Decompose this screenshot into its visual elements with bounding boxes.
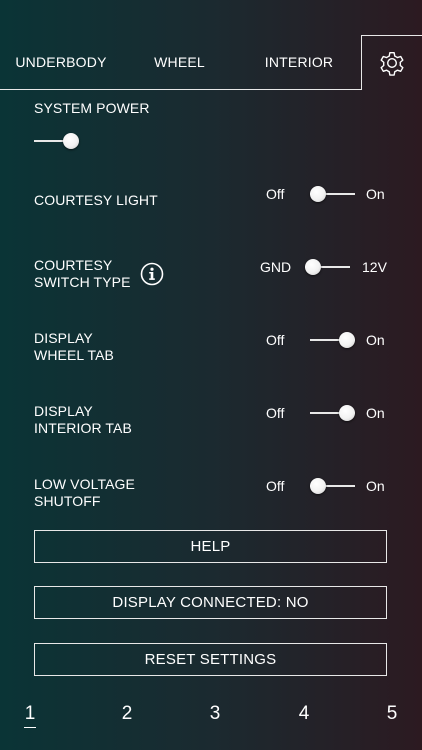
tab-wheel[interactable]: WHEEL — [122, 35, 237, 89]
help-button[interactable]: HELP — [34, 530, 387, 563]
courtesy-light-on-label: On — [366, 186, 385, 202]
display-wheel-tab-off-label: Off — [266, 332, 285, 348]
gear-icon — [380, 52, 404, 76]
courtesy-switch-type-label: COURTESY SWITCH TYPE — [34, 257, 131, 291]
courtesy-light-off-label: Off — [266, 186, 285, 202]
page-indicator: 1 2 3 4 5 — [0, 700, 422, 730]
system-power-label: SYSTEM POWER — [34, 100, 150, 116]
courtesy-switch-type-12v-label: 12V — [362, 259, 387, 275]
display-interior-tab-label-line1: DISPLAY — [34, 403, 93, 419]
page-2[interactable]: 2 — [112, 700, 142, 728]
settings-screen: UNDERBODY WHEEL INTERIOR SYSTEM POWER CO… — [0, 0, 422, 750]
courtesy-switch-type-label-line2: SWITCH TYPE — [34, 274, 131, 290]
low-voltage-shutoff-knob[interactable] — [310, 478, 326, 494]
reset-settings-button[interactable]: RESET SETTINGS — [34, 643, 387, 676]
display-wheel-tab-label-line2: WHEEL TAB — [34, 347, 114, 363]
info-icon[interactable] — [140, 262, 164, 286]
system-power-knob[interactable] — [63, 133, 79, 149]
tab-bar: UNDERBODY WHEEL INTERIOR — [0, 35, 422, 90]
low-voltage-shutoff-on-label: On — [366, 478, 385, 494]
page-3[interactable]: 3 — [200, 700, 230, 728]
display-interior-tab-toggle[interactable]: Off On — [264, 403, 388, 423]
display-interior-tab-on-label: On — [366, 405, 385, 421]
low-voltage-shutoff-off-label: Off — [266, 478, 285, 494]
display-connected-button[interactable]: DISPLAY CONNECTED: NO — [34, 586, 387, 619]
low-voltage-shutoff-label-line2: SHUTOFF — [34, 493, 101, 509]
display-wheel-tab-knob[interactable] — [339, 332, 355, 348]
tab-settings[interactable] — [361, 35, 422, 90]
tab-bar-divider — [0, 89, 361, 90]
courtesy-switch-type-label-line1: COURTESY — [34, 257, 113, 273]
display-interior-tab-label-line2: INTERIOR TAB — [34, 420, 132, 436]
display-interior-tab-label: DISPLAY INTERIOR TAB — [34, 403, 132, 437]
system-power-toggle[interactable] — [34, 131, 82, 151]
courtesy-light-toggle[interactable]: Off On — [264, 184, 388, 204]
page-4[interactable]: 4 — [289, 700, 319, 728]
display-wheel-tab-label: DISPLAY WHEEL TAB — [34, 330, 114, 364]
courtesy-light-label: COURTESY LIGHT — [34, 192, 158, 208]
display-wheel-tab-label-line1: DISPLAY — [34, 330, 93, 346]
courtesy-switch-type-gnd-label: GND — [260, 259, 292, 275]
display-interior-tab-knob[interactable] — [339, 405, 355, 421]
low-voltage-shutoff-label: LOW VOLTAGE SHUTOFF — [34, 476, 135, 510]
courtesy-light-knob[interactable] — [310, 186, 326, 202]
page-5[interactable]: 5 — [377, 700, 407, 728]
low-voltage-shutoff-label-line1: LOW VOLTAGE — [34, 476, 135, 492]
low-voltage-shutoff-toggle[interactable]: Off On — [264, 476, 388, 496]
display-wheel-tab-toggle[interactable]: Off On — [264, 330, 388, 350]
courtesy-switch-type-toggle[interactable]: GND 12V — [260, 257, 388, 277]
tab-interior[interactable]: INTERIOR — [237, 35, 361, 89]
page-1[interactable]: 1 — [15, 700, 45, 728]
courtesy-switch-type-knob[interactable] — [305, 259, 321, 275]
tab-underbody[interactable]: UNDERBODY — [0, 35, 122, 89]
display-interior-tab-off-label: Off — [266, 405, 285, 421]
display-wheel-tab-on-label: On — [366, 332, 385, 348]
